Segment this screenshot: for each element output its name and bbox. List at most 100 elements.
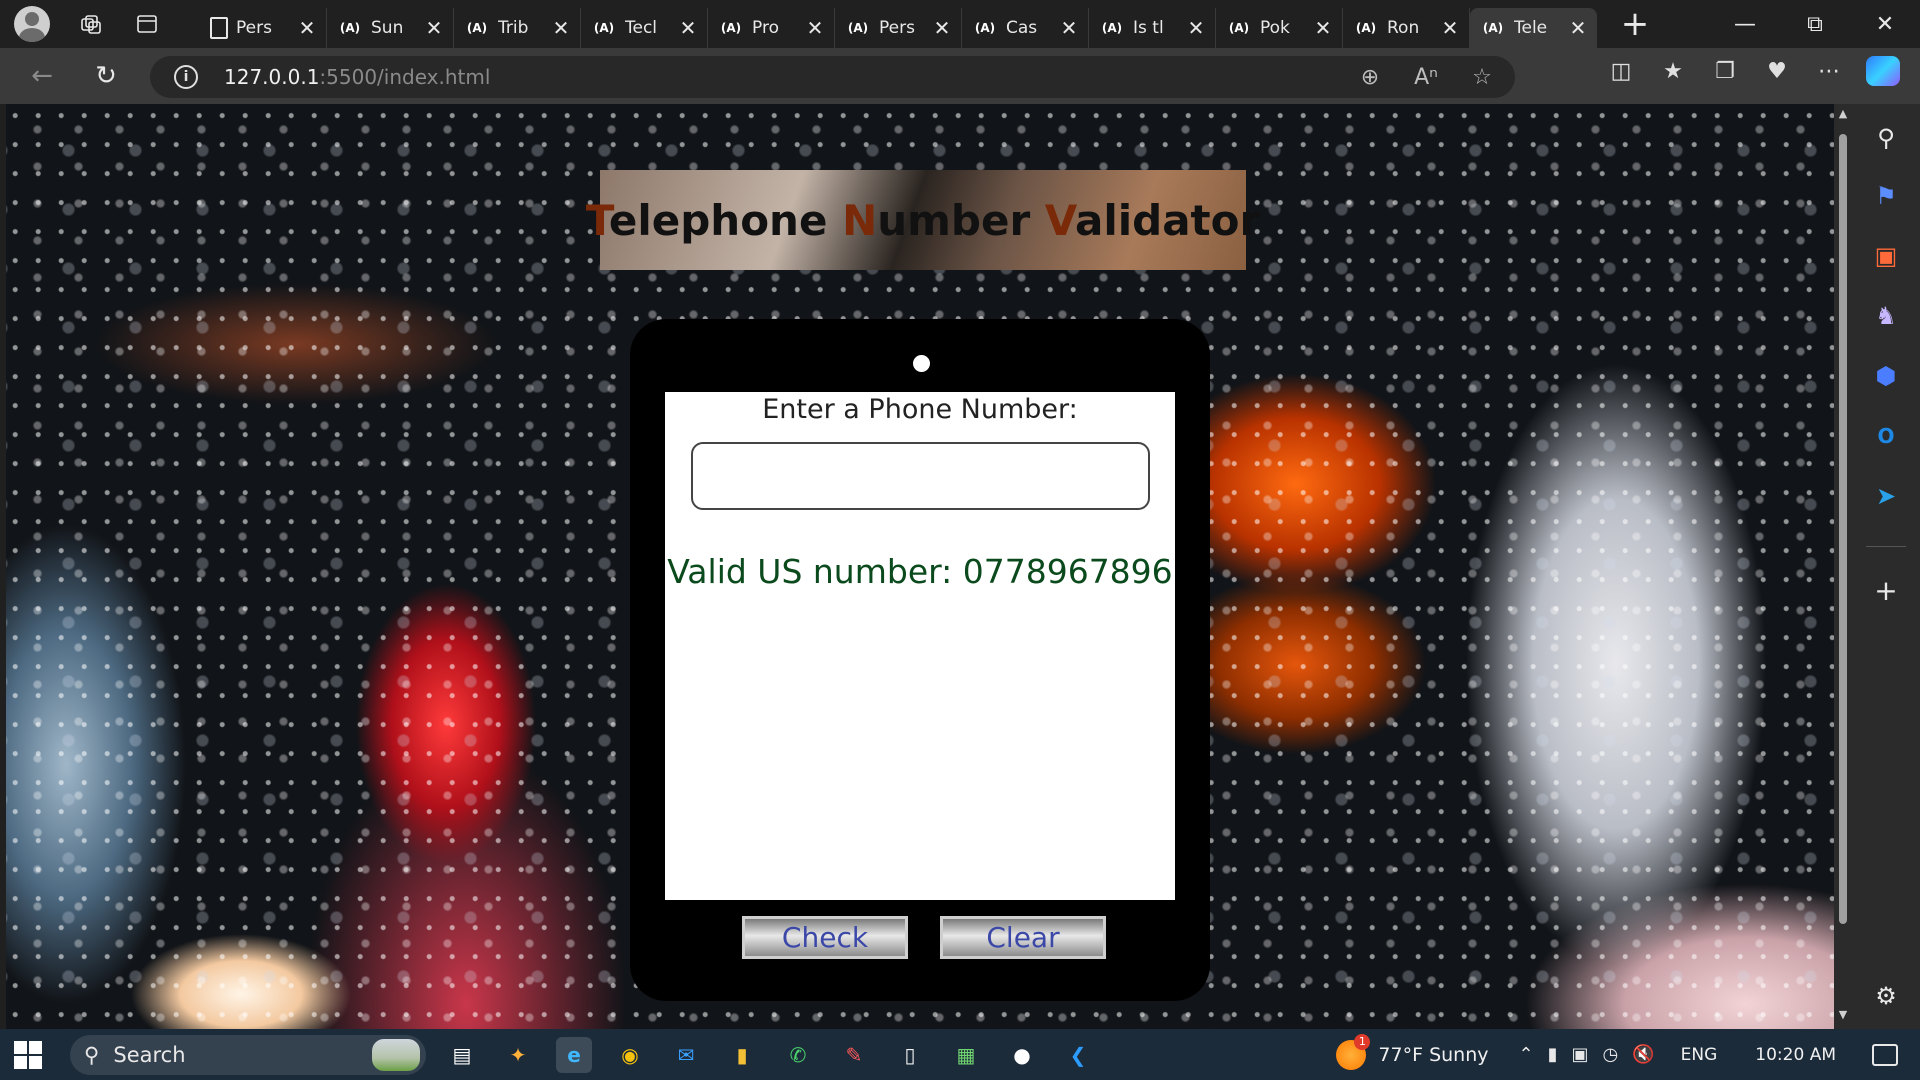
notepad-taskbar-icon[interactable]: ▯: [892, 1037, 928, 1073]
sidebar-shopping-tag-icon[interactable]: ⚑: [1870, 180, 1902, 212]
weather-text[interactable]: 77°F Sunny: [1378, 1044, 1488, 1066]
freecodecamp-favicon-icon: (A): [1355, 21, 1377, 35]
tab-close-icon[interactable]: ✕: [1187, 16, 1205, 40]
sidebar-copilot-icon[interactable]: ⬢: [1870, 360, 1902, 392]
toolbar-right-icons: ◫ ★ ❐ ♥ ⋯: [1606, 56, 1900, 86]
browser-tab[interactable]: (A) Ron ✕: [1343, 8, 1470, 48]
wifi-icon[interactable]: ◷: [1603, 1044, 1619, 1065]
tab-close-icon[interactable]: ✕: [552, 16, 570, 40]
sidebar-add-icon[interactable]: +: [1870, 574, 1902, 607]
copilot-taskbar-icon[interactable]: ✦: [500, 1037, 536, 1073]
favorite-star-icon[interactable]: ☆: [1467, 62, 1497, 92]
browser-tab[interactable]: (A) Pers ✕: [835, 8, 962, 48]
display-icon[interactable]: ▣: [1572, 1044, 1589, 1065]
freecodecamp-favicon-icon: (A): [1101, 21, 1123, 35]
edge-taskbar-icon[interactable]: e: [556, 1036, 592, 1073]
browser-essentials-icon[interactable]: ♥: [1762, 56, 1792, 86]
tab-close-icon[interactable]: ✕: [679, 16, 697, 40]
new-tab-button[interactable]: +: [1613, 4, 1657, 44]
tab-title: Ron: [1387, 18, 1420, 38]
favorites-icon[interactable]: ★: [1658, 56, 1688, 86]
tab-close-icon[interactable]: ✕: [806, 16, 824, 40]
tab-close-icon[interactable]: ✕: [1441, 16, 1459, 40]
show-hidden-icons-chevron-icon[interactable]: ⌃: [1519, 1044, 1534, 1065]
scroll-down-arrow-icon[interactable]: ▼: [1837, 1009, 1849, 1021]
browser-tab[interactable]: (A) Cas ✕: [962, 8, 1089, 48]
address-bar-icons: ⊕ Aⁿ ☆: [1355, 62, 1497, 92]
browser-tab[interactable]: (A) Tele ✕: [1470, 8, 1597, 48]
check-button[interactable]: Check: [742, 916, 908, 959]
browser-tab[interactable]: (A) Trib ✕: [454, 8, 581, 48]
tab-close-icon[interactable]: ✕: [1060, 16, 1078, 40]
workspaces-icon[interactable]: [76, 9, 106, 39]
freecodecamp-favicon-icon: (A): [1482, 21, 1504, 35]
tab-actions-icon[interactable]: [132, 9, 162, 39]
freecodecamp-favicon-icon: (A): [720, 21, 742, 35]
search-icon: ⚲: [84, 1042, 100, 1067]
paint-taskbar-icon[interactable]: ✎: [836, 1037, 872, 1073]
zoom-icon[interactable]: ⊕: [1355, 62, 1385, 92]
profile-avatar-icon[interactable]: [14, 6, 50, 42]
tab-title: Trib: [498, 18, 529, 38]
read-aloud-icon[interactable]: Aⁿ: [1411, 62, 1441, 92]
clock[interactable]: 10:20 AM: [1755, 1045, 1836, 1065]
minimize-button[interactable]: —: [1710, 0, 1780, 48]
page-scrollbar[interactable]: ▲ ▼: [1834, 104, 1852, 1029]
restore-button[interactable]: ⧉: [1780, 0, 1850, 48]
mail-taskbar-icon[interactable]: ✉: [668, 1037, 704, 1073]
freecodecamp-favicon-icon: (A): [847, 21, 869, 35]
browser-navbar: ← ↻ i 127.0.0.1:5500/index.html ⊕ Aⁿ ☆ ◫…: [0, 48, 1920, 104]
whatsapp-taskbar-icon[interactable]: ✆: [780, 1037, 816, 1073]
sidebar-outlook-icon[interactable]: O: [1870, 420, 1902, 452]
more-menu-icon[interactable]: ⋯: [1814, 56, 1844, 86]
scrollbar-thumb[interactable]: [1839, 134, 1847, 924]
title-text: elephone: [608, 195, 843, 245]
scroll-up-arrow-icon[interactable]: ▲: [1837, 108, 1849, 120]
notifications-icon[interactable]: [1872, 1043, 1898, 1066]
split-screen-icon[interactable]: ◫: [1606, 56, 1636, 86]
weather-sun-icon[interactable]: 1: [1336, 1033, 1371, 1070]
copilot-icon[interactable]: [1866, 56, 1900, 86]
clear-button[interactable]: Clear: [940, 916, 1106, 959]
back-arrow-icon[interactable]: ←: [20, 56, 64, 96]
store-taskbar-icon[interactable]: ▦: [948, 1037, 984, 1073]
browser-tab[interactable]: Pers ✕: [200, 8, 327, 48]
sidebar-send-icon[interactable]: ➤: [1870, 480, 1902, 512]
refresh-icon[interactable]: ↻: [84, 56, 128, 96]
phone-screen: Enter a Phone Number: Valid US number: 0…: [665, 392, 1175, 900]
sidebar-games-icon[interactable]: ♞: [1870, 300, 1902, 332]
battery-icon[interactable]: ▮: [1548, 1044, 1558, 1065]
browser-tab[interactable]: (A) Pok ✕: [1216, 8, 1343, 48]
phone-number-input[interactable]: [691, 442, 1150, 510]
tab-title: Sun: [371, 18, 404, 38]
phone-input-label: Enter a Phone Number:: [762, 394, 1078, 425]
sidebar-search-icon[interactable]: ⚲: [1870, 122, 1902, 154]
file-explorer-taskbar-icon[interactable]: ▮: [724, 1037, 760, 1073]
tab-close-icon[interactable]: ✕: [933, 16, 951, 40]
close-window-button[interactable]: ✕: [1850, 0, 1920, 48]
page-title: Telephone Number Validator: [586, 196, 1260, 245]
browser-tab[interactable]: (A) Sun ✕: [327, 8, 454, 48]
github-taskbar-icon[interactable]: ●: [1004, 1037, 1040, 1073]
sidebar-divider: [1866, 546, 1906, 547]
url-text[interactable]: 127.0.0.1:5500/index.html: [224, 65, 490, 89]
windows-start-icon[interactable]: [14, 1040, 42, 1069]
chrome-taskbar-icon[interactable]: ◉: [612, 1037, 648, 1073]
browser-tab[interactable]: (A) Pro ✕: [708, 8, 835, 48]
browser-tab[interactable]: (A) Is tl ✕: [1089, 8, 1216, 48]
language-indicator[interactable]: ENG: [1681, 1045, 1718, 1065]
volume-muted-icon[interactable]: 🔇: [1632, 1044, 1654, 1065]
vscode-taskbar-icon[interactable]: ❮: [1060, 1037, 1096, 1073]
address-bar[interactable]: i 127.0.0.1:5500/index.html ⊕ Aⁿ ☆: [150, 56, 1515, 98]
taskbar-search[interactable]: ⚲ Search: [70, 1034, 426, 1075]
collections-icon[interactable]: ❐: [1710, 56, 1740, 86]
tab-close-icon[interactable]: ✕: [1569, 16, 1587, 40]
tab-close-icon[interactable]: ✕: [1314, 16, 1332, 40]
sidebar-settings-gear-icon[interactable]: ⚙: [1870, 980, 1902, 1012]
sidebar-tools-briefcase-icon[interactable]: ▣: [1870, 240, 1902, 272]
tab-close-icon[interactable]: ✕: [425, 16, 443, 40]
tab-close-icon[interactable]: ✕: [298, 16, 316, 40]
site-info-icon[interactable]: i: [174, 65, 198, 89]
task-view-icon[interactable]: ▤: [444, 1037, 480, 1073]
browser-tab[interactable]: (A) Tecl ✕: [581, 8, 708, 48]
